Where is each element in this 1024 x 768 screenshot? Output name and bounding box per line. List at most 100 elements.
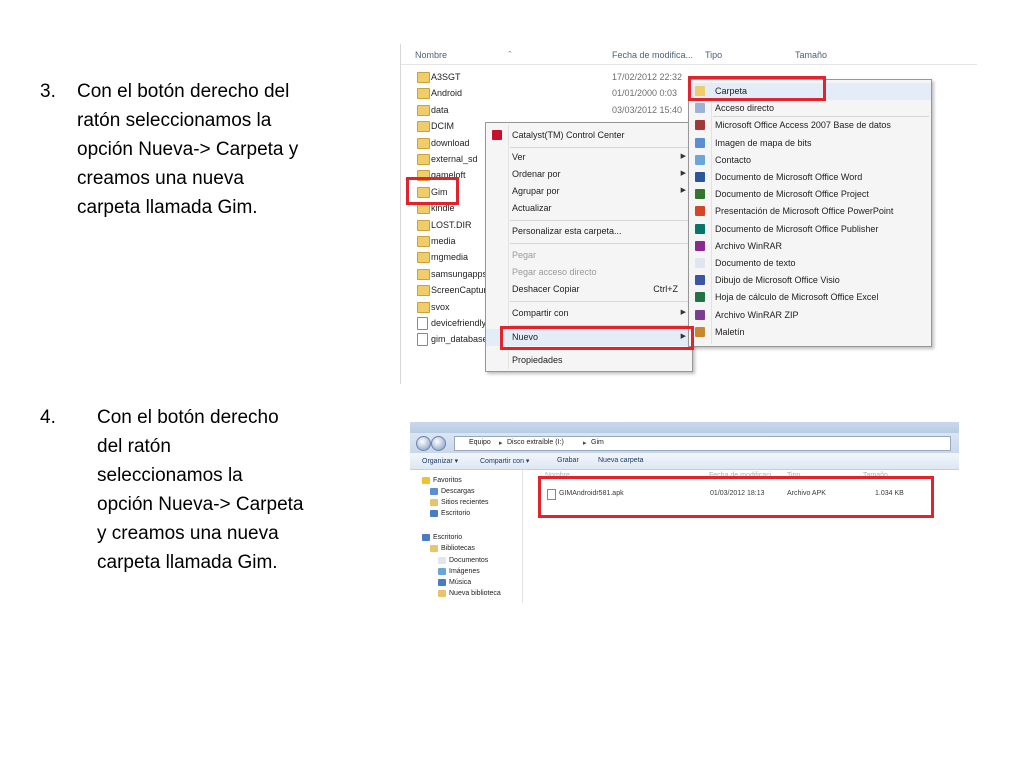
file-name: ScreenCaptur bbox=[431, 285, 487, 296]
nav-icon bbox=[438, 579, 446, 586]
submenu-item[interactable]: Microsoft Office Access 2007 Base de dat… bbox=[689, 117, 931, 134]
nav-item-label: Favoritos bbox=[433, 477, 462, 484]
nav-icon bbox=[422, 477, 430, 484]
highlight-gim bbox=[406, 177, 459, 205]
breadcrumb[interactable]: Equipo ▸ Disco extraíble (I:) ▸ Gim bbox=[454, 436, 951, 451]
menu-item-ver[interactable]: Ver ▶ bbox=[486, 149, 692, 166]
breadcrumb-gim[interactable]: Gim bbox=[591, 439, 604, 446]
chevron-right-icon: ▸ bbox=[583, 440, 587, 447]
file-name: media bbox=[431, 236, 456, 246]
step-4: 4. Con el botón derecho del ratón selecc… bbox=[40, 403, 370, 583]
nav-item-label: Imágenes bbox=[449, 568, 480, 575]
breadcrumb-disco[interactable]: Disco extraíble (I:) bbox=[507, 439, 564, 446]
highlight-file bbox=[538, 476, 934, 518]
submenu-item-label: Maletín bbox=[715, 326, 745, 337]
folder-icon bbox=[417, 301, 430, 313]
file-type-icon bbox=[695, 120, 705, 131]
folder-icon bbox=[417, 268, 430, 280]
folder-icon bbox=[417, 154, 430, 165]
nav-icon bbox=[422, 534, 430, 541]
submenu-arrow-icon: ▶ bbox=[680, 309, 686, 316]
menu-separator bbox=[510, 243, 690, 244]
file-name: mgmedia bbox=[431, 252, 469, 263]
submenu-arrow-icon: ▶ bbox=[680, 170, 686, 177]
submenu-item[interactable]: Acceso directo bbox=[689, 100, 931, 117]
file-type-icon bbox=[695, 292, 705, 303]
forward-icon[interactable] bbox=[431, 436, 446, 451]
submenu-item[interactable]: Documento de Microsoft Office Publisher bbox=[689, 221, 931, 238]
submenu-item[interactable]: Documento de texto bbox=[689, 255, 931, 272]
navigation-pane: Favoritos Descargas Sitios recientes Escrit… bbox=[410, 470, 523, 603]
breadcrumb-equipo[interactable]: Equipo bbox=[469, 439, 491, 446]
submenu-item[interactable]: Archivo WinRAR bbox=[689, 238, 931, 255]
nav-item-label: Escritorio bbox=[441, 510, 471, 517]
submenu-item[interactable]: Hoja de cálculo de Microsoft Office Exce… bbox=[689, 289, 931, 306]
submenu-item[interactable]: Documento de Microsoft Office Word bbox=[689, 169, 931, 186]
column-type[interactable]: Tipo bbox=[705, 50, 722, 60]
nav-item-label: Sitios recientes bbox=[441, 499, 489, 506]
submenu-item[interactable]: Maletín bbox=[689, 324, 931, 341]
column-date[interactable]: Fecha de modifica... bbox=[612, 50, 693, 60]
menu-item-ordenar[interactable]: Ordenar por ▶ bbox=[486, 166, 692, 183]
sort-ascending-icon[interactable]: ⌃ bbox=[507, 50, 513, 58]
submenu-item-label: Microsoft Office Access 2007 Base de dat… bbox=[715, 120, 891, 131]
menu-item-propiedades[interactable]: Propiedades bbox=[486, 352, 692, 369]
submenu-item[interactable]: Archivo WinRAR ZIP bbox=[689, 307, 931, 324]
submenu-item[interactable]: Documento de Microsoft Office Project bbox=[689, 186, 931, 203]
file-name: A3SGT bbox=[431, 72, 461, 82]
submenu-item[interactable]: Dibujo de Microsoft Office Visio bbox=[689, 272, 931, 289]
file-type-icon bbox=[695, 103, 705, 114]
menu-item-deshacer[interactable]: Deshacer Copiar Ctrl+Z bbox=[486, 281, 692, 298]
step-4-text: Con el botón derecho del ratón seleccion… bbox=[97, 407, 304, 573]
highlight-carpeta bbox=[688, 76, 826, 101]
highlight-nuevo bbox=[500, 326, 694, 350]
column-name[interactable]: Nombre bbox=[415, 50, 447, 60]
new-submenu: Carpeta Acceso directo Microsoft Office Ac… bbox=[688, 79, 932, 347]
submenu-item-label: Documento de Microsoft Office Publisher bbox=[715, 223, 879, 234]
submenu-item-label: Archivo WinRAR bbox=[715, 240, 783, 251]
nav-icon bbox=[430, 499, 438, 506]
file-name: LOST.DIR bbox=[431, 219, 472, 230]
menu-item-catalyst[interactable]: Catalyst(TM) Control Center bbox=[486, 127, 692, 144]
file-name: gim_database bbox=[431, 334, 488, 345]
folder-icon bbox=[417, 72, 430, 83]
menu-separator bbox=[510, 147, 690, 148]
compartir-button[interactable]: Compartir con ▾ bbox=[480, 457, 529, 465]
column-size[interactable]: Tamaño bbox=[795, 50, 827, 60]
submenu-item[interactable]: Imagen de mapa de bits bbox=[689, 135, 931, 152]
submenu-item[interactable]: Contacto bbox=[689, 152, 931, 169]
menu-item-compartir[interactable]: Compartir con ▶ bbox=[486, 305, 692, 322]
folder-icon bbox=[417, 236, 430, 247]
folder-icon bbox=[417, 121, 430, 133]
nav-item-label: Documentos bbox=[449, 557, 489, 564]
file-type-icon bbox=[695, 326, 705, 337]
file-type-icon bbox=[695, 189, 705, 200]
nav-item-label: Escritorio bbox=[433, 534, 463, 541]
submenu-item-label: Dibujo de Microsoft Office Visio bbox=[715, 275, 840, 286]
back-icon[interactable] bbox=[416, 436, 431, 451]
folder-icon bbox=[417, 104, 430, 116]
grabar-button[interactable]: Grabar bbox=[557, 457, 579, 464]
submenu-item[interactable]: Presentación de Microsoft Office PowerPo… bbox=[689, 203, 931, 220]
submenu-item-label: Contacto bbox=[715, 154, 752, 165]
file-type-icon bbox=[695, 206, 705, 217]
nav-icon bbox=[430, 488, 438, 495]
menu-item-personalizar[interactable]: Personalizar esta carpeta... bbox=[486, 223, 692, 240]
file-type-icon bbox=[695, 275, 705, 286]
step-4-number: 4. bbox=[40, 407, 56, 428]
file-date: 01/01/2000 0:03 bbox=[612, 88, 678, 99]
ati-icon bbox=[492, 130, 502, 140]
folder-icon bbox=[417, 137, 430, 149]
organizar-button[interactable]: Organizar ▾ bbox=[422, 457, 458, 465]
menu-item-actualizar[interactable]: Actualizar bbox=[486, 200, 692, 217]
address-bar: Equipo ▸ Disco extraíble (I:) ▸ Gim bbox=[410, 433, 959, 453]
submenu-item-label: Documento de texto bbox=[715, 258, 796, 268]
menu-item-agrupar[interactable]: Agrupar por ▶ bbox=[486, 183, 692, 200]
file-name: Android bbox=[431, 88, 463, 99]
file-name: download bbox=[431, 137, 470, 148]
submenu-item-label: Documento de Microsoft Office Project bbox=[715, 189, 869, 200]
step-3-number: 3. bbox=[40, 81, 56, 102]
nueva-carpeta-button[interactable]: Nueva carpeta bbox=[598, 457, 644, 464]
command-bar: Organizar ▾ Compartir con ▾ Grabar Nueva… bbox=[410, 453, 959, 470]
nav-item-label: Música bbox=[449, 579, 472, 586]
